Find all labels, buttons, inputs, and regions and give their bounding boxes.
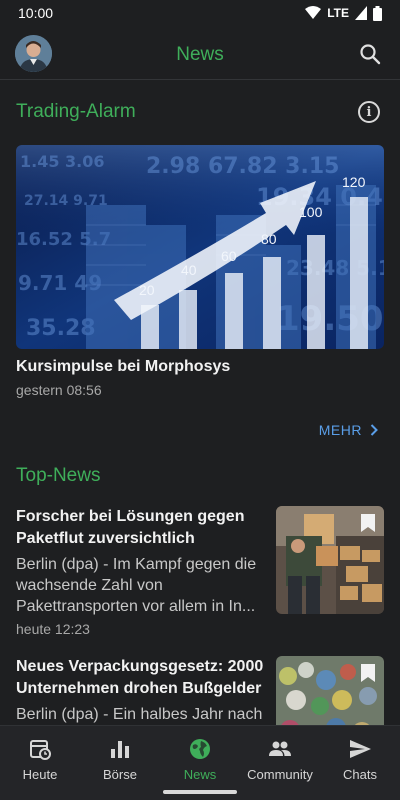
search-icon[interactable]	[358, 42, 382, 66]
home-indicator[interactable]	[163, 790, 237, 794]
nav-label: News	[183, 767, 217, 782]
news-time: heute 12:23	[16, 621, 90, 637]
image-label-80: 80	[261, 231, 277, 247]
status-time: 10:00	[18, 5, 54, 21]
info-icon[interactable]: i	[358, 101, 380, 123]
nav-label: Community	[247, 767, 313, 782]
news-title: Neues Verpackungsgesetz: 2000 Unternehme…	[16, 658, 264, 697]
news-title: Forscher bei Lösungen gegen Paketflut zu…	[16, 508, 245, 547]
nav-item-community[interactable]: Community	[240, 726, 320, 800]
battery-icon	[373, 5, 382, 21]
send-icon	[350, 740, 371, 758]
globe-icon	[190, 739, 210, 759]
image-label-100: 100	[299, 204, 323, 220]
image-label-120: 120	[342, 174, 366, 190]
trading-alarm-title: Trading-Alarm	[16, 101, 136, 122]
news-teaser: Berlin (dpa) - Im Kampf gegen die wachse…	[16, 556, 257, 615]
people-icon	[269, 741, 291, 756]
status-bar: 10:00 LTE	[0, 0, 400, 26]
nav-item-boerse[interactable]: Börse	[80, 726, 160, 800]
svg-text:2.98 67.82 3.15: 2.98 67.82 3.15	[146, 154, 339, 179]
network-type: LTE	[327, 6, 349, 20]
status-icons: LTE	[305, 5, 382, 21]
nav-label: Börse	[103, 767, 137, 782]
top-news-title: Top-News	[16, 465, 101, 486]
chevron-right-icon	[370, 424, 378, 436]
more-label: MEHR	[318, 422, 362, 438]
app-header: News	[0, 30, 400, 80]
svg-text:1.45 3.06: 1.45 3.06	[20, 152, 105, 171]
news-item[interactable]: Forscher bei Lösungen gegen Paketflut zu…	[16, 506, 384, 637]
wifi-icon	[305, 6, 322, 19]
nav-label: Chats	[343, 767, 377, 782]
trading-alarm-image[interactable]: 1.45 3.06 2.98 67.82 3.15 27.14 9.71 19.…	[16, 145, 384, 349]
image-label-20: 20	[139, 282, 155, 298]
bookmark-icon[interactable]	[361, 514, 375, 532]
calendar-clock-icon	[30, 740, 51, 760]
bottom-navigation: Heute Börse News Community Chats	[0, 725, 400, 800]
news-thumbnail	[276, 506, 384, 614]
nav-label: Heute	[22, 767, 58, 782]
nav-item-news[interactable]: News	[160, 726, 240, 800]
user-avatar[interactable]	[15, 35, 52, 72]
page-title: News	[176, 43, 224, 65]
image-label-60: 60	[221, 248, 237, 264]
signal-icon	[355, 6, 367, 20]
nav-item-chats[interactable]: Chats	[320, 726, 400, 800]
avatar-image	[15, 35, 52, 72]
more-button[interactable]: MEHR	[319, 422, 378, 438]
nav-item-heute[interactable]: Heute	[0, 726, 80, 800]
trading-alarm-time: gestern 08:56	[16, 382, 102, 398]
svg-text:35.28: 35.28	[26, 316, 96, 341]
bar-chart-icon	[111, 741, 129, 758]
news-text: Forscher bei Lösungen gegen Paketflut zu…	[16, 506, 266, 637]
bookmark-icon[interactable]	[361, 664, 375, 682]
trading-alarm-headline[interactable]: Kursimpulse bei Morphosys	[16, 358, 230, 376]
image-label-40: 40	[181, 262, 197, 278]
